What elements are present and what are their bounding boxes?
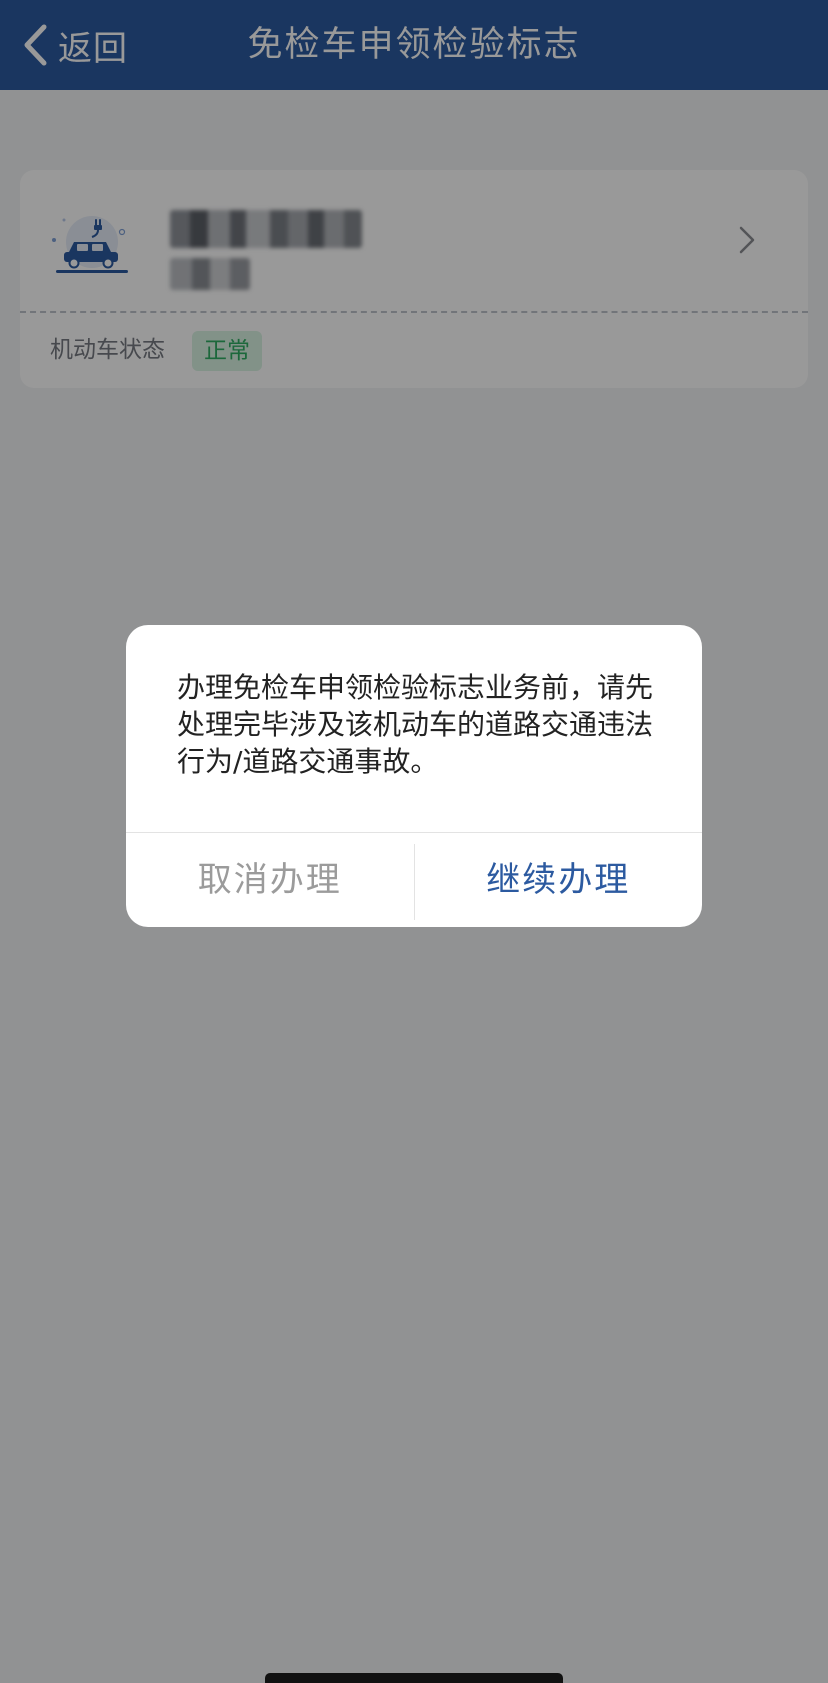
continue-button[interactable]: 继续办理 [415, 833, 703, 927]
dialog-message: 办理免检车申领检验标志业务前，请先处理完毕涉及该机动车的道路交通违法行为/道路交… [177, 671, 654, 778]
cancel-button[interactable]: 取消办理 [126, 833, 414, 927]
confirm-dialog: 办理免检车申领检验标志业务前，请先处理完毕涉及该机动车的道路交通违法行为/道路交… [126, 625, 702, 927]
home-indicator [265, 1673, 563, 1683]
dialog-actions: 取消办理 继续办理 [126, 832, 702, 927]
